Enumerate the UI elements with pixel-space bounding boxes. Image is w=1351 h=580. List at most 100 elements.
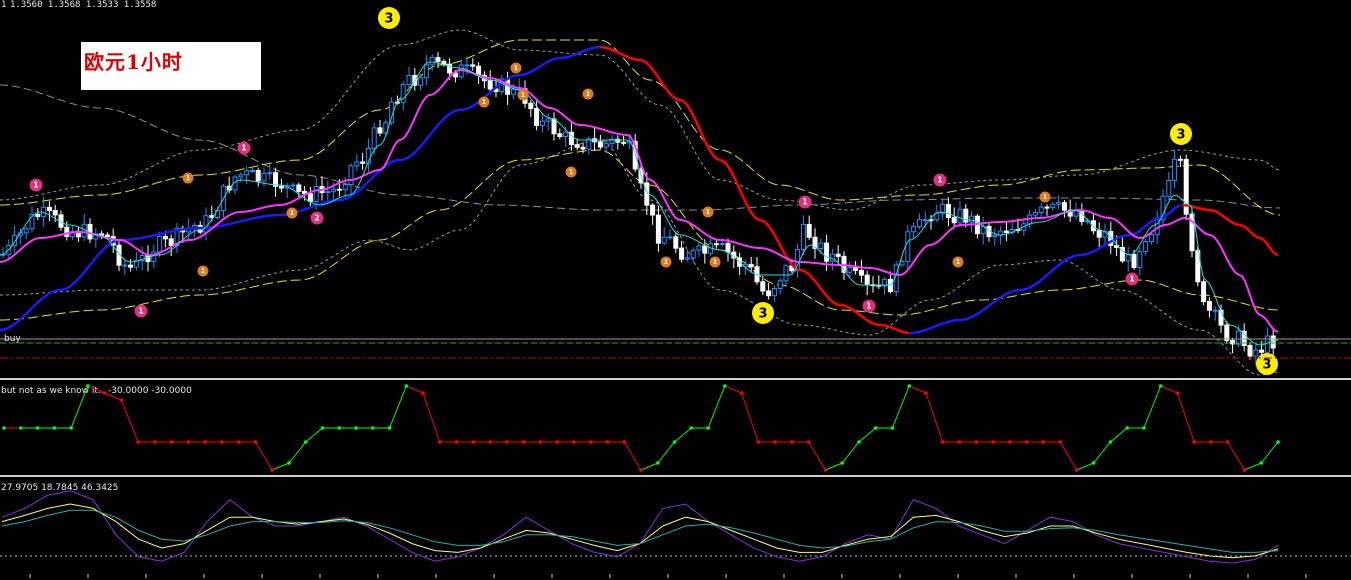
- wave-1-marker-label: 1: [713, 258, 718, 266]
- wave-1-marker-label: 1: [514, 64, 519, 72]
- candle-body: [725, 242, 731, 253]
- candle-body: [528, 102, 534, 110]
- wave-1-marker-label: 1: [569, 168, 574, 176]
- subwindow-separator-2[interactable]: [0, 475, 1351, 477]
- candle-body: [1247, 344, 1253, 357]
- oscillator-point: [538, 440, 543, 444]
- candle-body: [690, 249, 696, 259]
- candle-body: [23, 228, 29, 234]
- candle-body: [887, 278, 893, 293]
- wave-3-marker-top-2-label: 3: [1176, 127, 1185, 142]
- wave-pink-marker-label: 1: [33, 181, 38, 190]
- oscillator-point: [86, 384, 90, 388]
- oscillator-point: [991, 440, 995, 444]
- oscillator-point: [689, 426, 694, 430]
- oscillator-point: [404, 384, 409, 388]
- candle-body: [597, 141, 603, 148]
- candle-body: [1224, 324, 1230, 342]
- oscillator-point: [588, 440, 593, 444]
- subwindow-separator-1[interactable]: [0, 378, 1351, 380]
- time-axis: [0, 574, 1351, 580]
- candle-body: [992, 234, 998, 238]
- candle-body: [255, 170, 261, 182]
- candle-body: [203, 215, 209, 233]
- candle-body: [487, 80, 493, 90]
- candle-body: [342, 184, 348, 191]
- candle-body: [464, 64, 470, 67]
- oscillator-point: [957, 440, 962, 444]
- wave-pink-marker-label: 1: [1129, 275, 1134, 284]
- oscillator-point: [723, 384, 727, 388]
- oscillator-point: [739, 391, 744, 395]
- candle-body: [46, 206, 52, 212]
- candle-body: [162, 235, 168, 240]
- oscillator-point: [1041, 440, 1046, 444]
- candle-body: [1166, 180, 1172, 197]
- candle-body: [1096, 230, 1102, 238]
- oscillator-point: [136, 440, 140, 444]
- candle-body: [1212, 309, 1218, 312]
- oscillator-point: [19, 426, 23, 430]
- main-period-fragment: 1: [1, 0, 6, 10]
- oscillator-point: [371, 426, 375, 430]
- candle-body: [331, 188, 337, 192]
- candle-body: [957, 208, 963, 224]
- candle-body: [655, 214, 661, 244]
- wave-1-marker-label: 1: [521, 91, 526, 99]
- candle-body: [429, 57, 435, 66]
- oscillator-point: [438, 440, 442, 444]
- oscillator-point: [907, 384, 911, 388]
- candle-body: [313, 186, 319, 202]
- oscillator-point: [639, 468, 643, 472]
- wave-1-marker-label: 1: [201, 267, 206, 275]
- candle-body: [771, 288, 777, 297]
- candle-body: [423, 64, 429, 79]
- candle-body: [684, 257, 690, 260]
- candle-body: [969, 215, 975, 223]
- candle-body: [354, 161, 360, 167]
- candle-body: [157, 235, 163, 253]
- candle-body: [1235, 330, 1241, 345]
- candle-body: [696, 245, 702, 251]
- candle-body: [52, 210, 58, 216]
- candle-body: [1061, 202, 1067, 211]
- candle-body: [1050, 203, 1056, 209]
- candle-body: [835, 253, 841, 257]
- candle-body: [800, 223, 806, 250]
- candle-body: [267, 172, 273, 175]
- candle-body: [650, 204, 656, 216]
- oscillator-point: [220, 440, 224, 444]
- candle-body: [1038, 206, 1044, 214]
- candle-body: [1253, 349, 1259, 357]
- oscillator-point: [1209, 440, 1213, 444]
- wave-3-marker-low-2-label: 3: [1262, 357, 1271, 372]
- oscillator-point: [1108, 440, 1113, 444]
- candle-body: [1143, 241, 1149, 253]
- oscillator-point: [1175, 391, 1180, 395]
- candle-body: [307, 193, 313, 202]
- candle-body: [1270, 335, 1276, 349]
- oscillator-point: [1192, 440, 1196, 444]
- oscillator-point: [1008, 440, 1012, 444]
- oscillator-point: [69, 426, 73, 430]
- candle-body: [545, 118, 551, 122]
- sub1-indicator-values: -30.0000 -30.0000: [108, 386, 192, 396]
- oscillator-point: [421, 391, 425, 395]
- candle-body: [238, 174, 244, 178]
- wave-1-marker-label: 1: [290, 209, 295, 217]
- wave-1-marker-label: 1: [956, 258, 961, 266]
- oscillator-point: [555, 440, 559, 444]
- candle-body: [325, 190, 331, 194]
- candle-body: [818, 242, 824, 250]
- wave-1-marker-label: 1: [664, 258, 669, 266]
- candle-body: [1177, 158, 1183, 161]
- candle-body: [278, 185, 284, 189]
- wave-1-marker-label: 1: [706, 208, 711, 216]
- wave-3-marker-low-label: 3: [758, 306, 767, 321]
- candle-body: [145, 255, 151, 262]
- candle-body: [296, 184, 302, 192]
- wave-1-marker-label: 1: [186, 174, 191, 182]
- oscillator-point: [169, 440, 174, 444]
- oscillator-point: [303, 440, 308, 444]
- oscillator-point: [622, 440, 626, 444]
